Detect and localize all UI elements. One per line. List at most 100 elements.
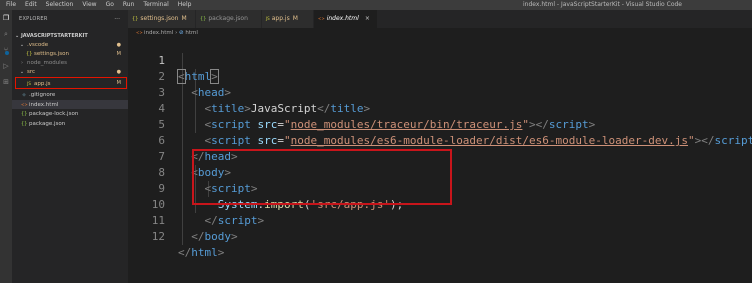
equals-sign: =: [277, 118, 284, 131]
tag-bracket: <: [177, 69, 186, 84]
tag-name: script: [217, 214, 258, 227]
tree-file-gitignore[interactable]: ◆ .gitignore: [12, 91, 128, 100]
equals-sign: =: [277, 134, 284, 147]
tag-bracket: >: [210, 69, 219, 84]
tab-label: index.html: [326, 15, 359, 22]
tree-item-label: index.html: [29, 102, 59, 108]
tag-bracket: <: [191, 86, 198, 99]
tag-name: script: [548, 118, 589, 131]
tree-folder-node-modules[interactable]: › node_modules: [12, 59, 128, 68]
chevron-down-icon: ⌄: [19, 69, 25, 75]
code-line-7: 7 <body>: [128, 133, 231, 179]
menu-terminal[interactable]: Terminal: [143, 0, 168, 10]
menu-edit[interactable]: Edit: [25, 0, 37, 10]
tag-name: html: [184, 70, 212, 83]
tag-bracket: >: [588, 118, 596, 131]
run-debug-icon[interactable]: ▷: [2, 62, 10, 70]
tag-name: title: [330, 102, 364, 115]
quote: ": [284, 118, 291, 131]
tree-folder-vscode[interactable]: ⌄ .vscode ●: [12, 41, 128, 50]
tag-name: body: [204, 230, 232, 243]
html-file-icon: <>: [21, 102, 28, 107]
tag-bracket: >: [224, 86, 231, 99]
workspace-folder-header[interactable]: ⌄ JAVASCRIPTSTARTERKIT: [15, 32, 128, 40]
menu-bar: File Edit Selection View Go Run Terminal…: [6, 0, 191, 10]
code-line-10: 10 </script>: [128, 181, 264, 227]
tag-bracket: </: [535, 118, 549, 131]
json-file-icon: {}: [26, 51, 33, 57]
chevron-right-icon: ›: [21, 60, 23, 66]
html-file-icon: <>: [318, 16, 325, 21]
tag-bracket: >: [217, 246, 225, 259]
tag-name: script: [714, 134, 752, 147]
json-file-icon: {}: [200, 16, 207, 22]
tab-package-json[interactable]: {} package.json: [196, 10, 262, 28]
symbol-icon: ⊘: [179, 30, 184, 36]
more-actions-icon[interactable]: ···: [114, 16, 120, 23]
code-line-8: 8 <script>: [128, 149, 257, 195]
breadcrumb: <> index.html › ⊘ html: [136, 28, 198, 37]
close-icon[interactable]: ×: [365, 15, 370, 22]
explorer-icon[interactable]: ❐: [2, 14, 10, 22]
menu-view[interactable]: View: [82, 0, 96, 10]
code-line-4: 4 <script src="node_modules/traceur/bin/…: [128, 85, 595, 131]
code-line-11: 11 </body>: [128, 197, 238, 243]
tab-settings-json[interactable]: {} settings.json M: [128, 10, 196, 28]
tab-label: app.js: [271, 15, 290, 22]
tree-folder-src[interactable]: ⌄ src ●: [12, 68, 128, 77]
tag-bracket: </: [317, 102, 331, 115]
json-file-icon: {}: [132, 16, 139, 22]
json-file-icon: {}: [21, 121, 28, 127]
menu-go[interactable]: Go: [106, 0, 114, 10]
modified-dot-icon: ●: [116, 69, 121, 75]
tag-bracket: </: [178, 246, 192, 259]
html-file-icon: <>: [136, 30, 144, 35]
modified-dot-icon: ●: [116, 42, 121, 48]
tab-app-js[interactable]: JS app.js M: [262, 10, 314, 28]
tree-item-label: .vscode: [27, 42, 49, 48]
tag-name: script: [211, 118, 251, 131]
menu-selection[interactable]: Selection: [46, 0, 74, 10]
menu-run[interactable]: Run: [123, 0, 135, 10]
modified-status: M: [116, 51, 121, 57]
menu-file[interactable]: File: [6, 0, 16, 10]
tree-file-package-lock-json[interactable]: {} package-lock.json: [12, 110, 128, 119]
modified-status: M: [181, 15, 187, 22]
attribute-name: src: [257, 134, 278, 147]
tree-item-label: src: [27, 69, 36, 75]
search-icon[interactable]: ⌕: [2, 30, 10, 38]
tree-file-package-json[interactable]: {} package.json: [12, 120, 128, 129]
tree-file-settings-json[interactable]: {} settings.json M: [12, 50, 128, 59]
tree-item-label: node_modules: [27, 60, 67, 66]
explorer-title: EXPLORER: [19, 16, 48, 22]
text-content: JavaScript: [250, 102, 318, 115]
extensions-icon[interactable]: ⊞: [2, 78, 10, 86]
tag-name: head: [197, 86, 225, 99]
breadcrumb-symbol[interactable]: html: [185, 30, 198, 36]
tag-bracket: >: [363, 102, 371, 115]
window-title: index.html - JavaScriptStarterKit - Visu…: [523, 1, 682, 8]
quote: ": [284, 134, 291, 147]
code-line-9: 9 System.import('src/app.js');: [128, 165, 403, 211]
source-control-icon[interactable]: ⑂: [2, 46, 10, 55]
menu-help[interactable]: Help: [178, 0, 192, 10]
code-line-12: 12 </html>: [128, 213, 225, 259]
code-line-3: 3 <title>JavaScript</title>: [128, 69, 370, 115]
tree-file-index-html[interactable]: <>index.html: [12, 100, 128, 109]
title-bar: File Edit Selection View Go Run Terminal…: [0, 0, 752, 10]
tag-bracket: >: [257, 214, 265, 227]
tag-name: html: [191, 246, 218, 259]
code-line-1: 1 <html>: [128, 37, 219, 84]
vscode-window: File Edit Selection View Go Run Terminal…: [0, 0, 752, 283]
tab-index-html[interactable]: <> index.html ×: [314, 10, 378, 28]
attribute-value-link[interactable]: node_modules/traceur/bin/traceur.js: [291, 118, 523, 131]
attribute-value-link[interactable]: node_modules/es6-module-loader/dist/es6-…: [291, 134, 688, 147]
chevron-down-icon: ⌄: [19, 42, 25, 48]
annotation-highlight-script-block: [192, 149, 452, 205]
source-control-badge: [5, 51, 9, 55]
json-file-icon: {}: [21, 111, 28, 117]
tag-bracket: >: [529, 118, 536, 131]
breadcrumb-file[interactable]: index.html: [144, 30, 173, 36]
tag-bracket: </: [204, 214, 218, 227]
line-number: 12: [151, 230, 165, 243]
